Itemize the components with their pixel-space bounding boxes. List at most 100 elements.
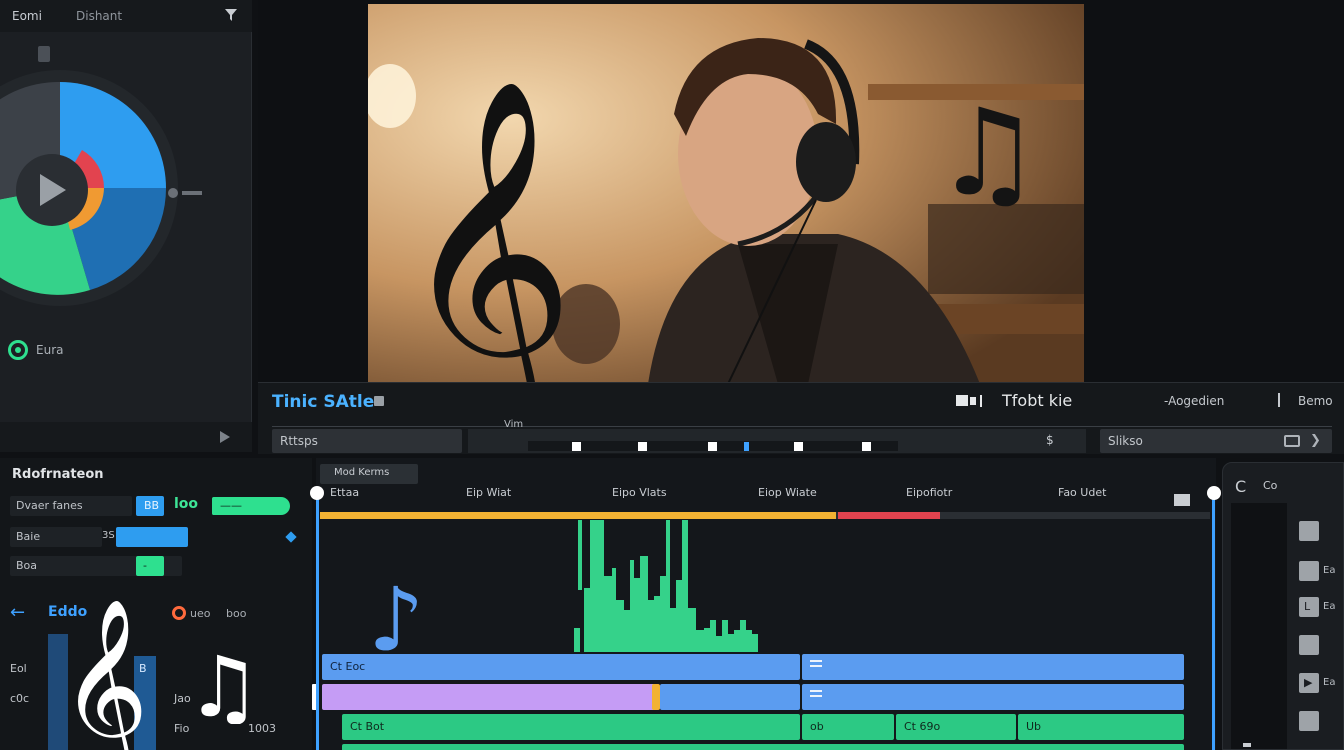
svg-text:𝄞: 𝄞 xyxy=(60,598,149,750)
track-clip-marker[interactable] xyxy=(652,684,660,710)
svg-text:♫: ♫ xyxy=(186,646,260,724)
play-small-icon[interactable] xyxy=(220,431,230,443)
clip-settings-icon[interactable] xyxy=(374,396,384,406)
transport-right-label-2[interactable]: Bemo xyxy=(1298,394,1333,408)
ruler-end-icon[interactable] xyxy=(1174,494,1190,506)
track-clip-green[interactable]: ob xyxy=(802,714,894,740)
timeline-bar-yellow[interactable] xyxy=(320,512,836,519)
keyframe-marker[interactable] xyxy=(862,442,871,451)
mixer-panel: C Co Ea L Ea ▶ Ea xyxy=(1222,462,1344,750)
scrub-end-label: $ xyxy=(1046,433,1054,447)
keyframe-marker-active[interactable] xyxy=(744,442,749,451)
keyframe-marker[interactable] xyxy=(638,442,647,451)
record-label: ueo xyxy=(190,607,211,620)
track-clip-green[interactable]: Ct 69o xyxy=(896,714,1016,740)
timeline-tab[interactable]: Mod Kerms xyxy=(320,464,418,484)
music-note-icon: ♪ xyxy=(368,574,420,656)
record-icon[interactable] xyxy=(172,606,186,620)
wheel-side-handle[interactable] xyxy=(166,186,206,200)
preview-image: 𝄞 ♫ xyxy=(368,4,1084,384)
timeline-mark: Ettaa xyxy=(330,486,360,499)
transport-ruler[interactable] xyxy=(272,417,1332,427)
playhead-right[interactable] xyxy=(1212,488,1215,750)
status-indicator[interactable] xyxy=(8,340,28,360)
keyframe-marker[interactable] xyxy=(794,442,803,451)
window-icon[interactable] xyxy=(1284,435,1300,447)
track-clip-green[interactable]: Ct Bot xyxy=(342,714,800,740)
svg-text:𝄞: 𝄞 xyxy=(398,76,575,384)
transport-bar: Tinic SAtle Tfobt kie -Aogedien Bemo Vim… xyxy=(258,382,1344,454)
drag-handle-icon[interactable] xyxy=(810,690,822,697)
scrub-track[interactable] xyxy=(468,429,1086,453)
mixer-icon[interactable]: C xyxy=(1235,477,1246,496)
mixer-button[interactable] xyxy=(1299,711,1319,731)
mixer-side-label: Ea xyxy=(1323,601,1336,612)
transport-divider xyxy=(1278,393,1280,407)
mixer-side-label: Ea xyxy=(1323,565,1336,576)
timeline-mark: Eiop Wiate xyxy=(758,486,817,499)
timeline[interactable]: Mod Kerms Ettaa Eip Wiat Eipo Vlats Eiop… xyxy=(310,458,1221,750)
info-row-value[interactable]: BB xyxy=(136,496,164,516)
mixer-label: Co xyxy=(1263,479,1278,492)
next-icon[interactable]: ❯ xyxy=(1310,433,1321,448)
timeline-bar-red[interactable] xyxy=(838,512,940,519)
track-clip-blue[interactable]: Ct Eoc xyxy=(322,654,800,680)
mixer-button[interactable] xyxy=(1299,561,1319,581)
record-label-2: boo xyxy=(226,607,247,620)
video-preview: 𝄞 ♫ xyxy=(258,0,1344,384)
audio-waveform[interactable] xyxy=(574,520,804,652)
info-row-value[interactable] xyxy=(116,527,188,547)
mixer-fader-track[interactable] xyxy=(1231,503,1287,749)
track-clip-green[interactable]: Ub xyxy=(1018,714,1184,740)
mixer-button[interactable] xyxy=(1299,635,1319,655)
playhead-right-handle[interactable] xyxy=(1207,486,1221,500)
track-clip-blue[interactable] xyxy=(660,684,800,710)
left-panel-header: Eomi Dishant xyxy=(0,0,252,32)
transport-field-right[interactable]: Slikso ❯ xyxy=(1100,429,1332,453)
wheel-top-knob[interactable] xyxy=(38,46,50,62)
back-arrow-icon[interactable]: ← xyxy=(10,602,25,623)
clip-title: Tinic SAtle xyxy=(272,392,375,412)
timeline-mark: Eip Wiat xyxy=(466,486,512,499)
mixer-button[interactable] xyxy=(1299,521,1319,541)
keyframe-marker[interactable] xyxy=(708,442,717,451)
info-bottom-label: Eol xyxy=(10,662,27,675)
mixer-button[interactable]: L xyxy=(1299,597,1319,617)
funnel-icon[interactable] xyxy=(224,8,238,22)
transport-field-left[interactable]: Rttsps xyxy=(272,429,462,453)
timeline-mark: Eipofiotr xyxy=(906,486,953,499)
treble-clef-icon: 𝄞 xyxy=(60,598,149,750)
info-row-value[interactable]: - xyxy=(136,556,164,576)
timeline-mark: Eipo Vlats xyxy=(612,486,667,499)
info-row-label: Dvaer fanes xyxy=(10,496,132,516)
svg-text:♪: ♪ xyxy=(368,574,420,656)
timeline-mark: Fao Udet xyxy=(1058,486,1107,499)
info-bottom-label: c0c xyxy=(10,692,30,705)
info-row-pill[interactable]: —— xyxy=(212,497,290,515)
transport-center-label: Tfobt kie xyxy=(1002,391,1073,410)
drag-handle-icon[interactable] xyxy=(810,660,822,667)
transport-right-label[interactable]: -Aogedien xyxy=(1164,394,1224,408)
track-clip-blue[interactable] xyxy=(802,654,1184,680)
left-panel: Eomi Dishant Eura xyxy=(0,0,252,452)
mixer-fader[interactable] xyxy=(1243,743,1251,747)
track-clip-green[interactable] xyxy=(342,744,1184,750)
monitor-icon[interactable] xyxy=(956,394,992,408)
svg-text:♫: ♫ xyxy=(934,84,1042,223)
keyframe-marker[interactable] xyxy=(572,442,581,451)
left-panel-title: Eomi xyxy=(12,9,42,23)
track-clip-purple[interactable] xyxy=(322,684,658,710)
track-clip-blue[interactable] xyxy=(802,684,1184,710)
left-panel-tab[interactable]: Dishant xyxy=(76,9,122,23)
playhead-left-handle[interactable] xyxy=(310,486,324,500)
mixer-play-button[interactable]: ▶ xyxy=(1299,673,1319,693)
timeline-color-bar[interactable] xyxy=(320,512,1210,519)
info-row-label: Baie xyxy=(10,527,102,547)
field-right-text: Slikso xyxy=(1108,434,1143,448)
playhead-left[interactable] xyxy=(316,488,319,750)
eighth-notes-icon: ♫ xyxy=(186,646,260,724)
field-left-text: Rttsps xyxy=(280,434,318,448)
pie-wheel[interactable] xyxy=(0,68,180,308)
info-row-tag: loo xyxy=(174,496,199,512)
status-label: Eura xyxy=(36,343,64,357)
